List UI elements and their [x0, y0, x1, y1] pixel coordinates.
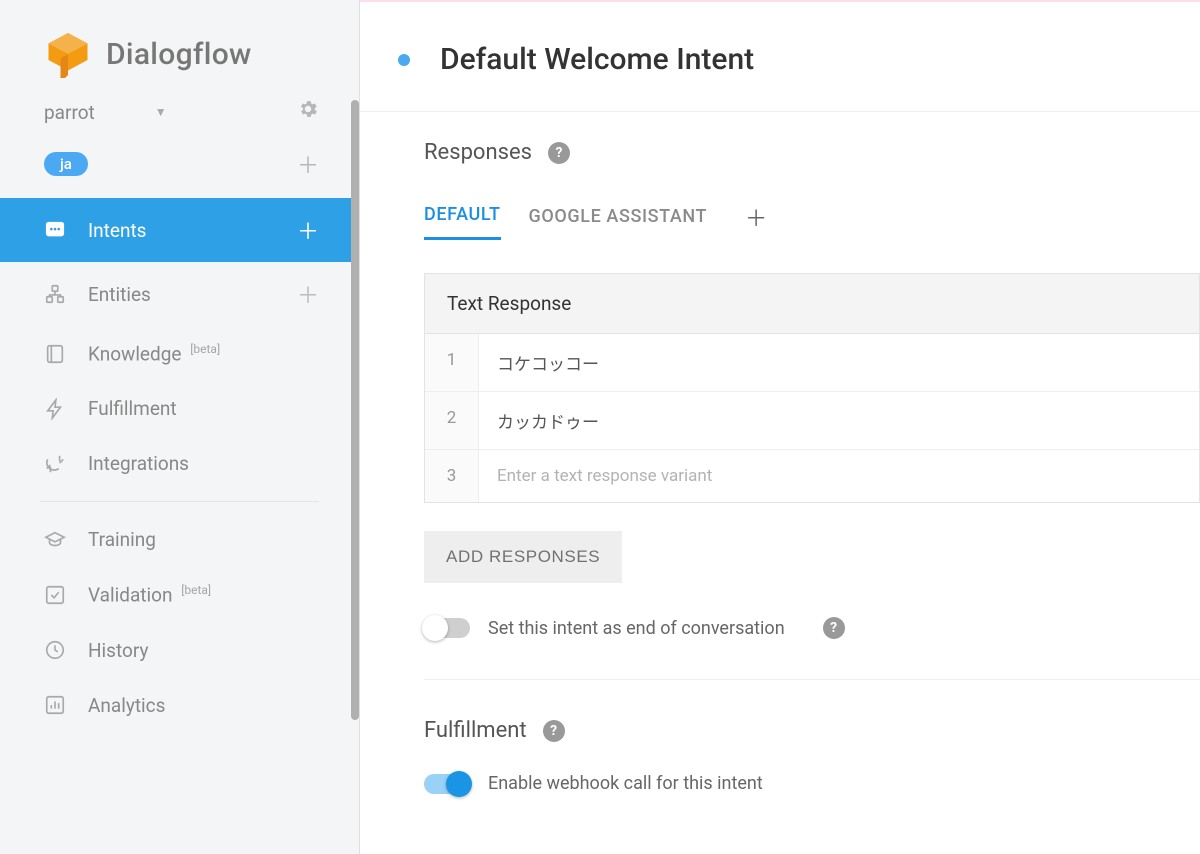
sidebar-item-entities[interactable]: Entities ＋	[0, 262, 359, 326]
response-tabs: DEFAULT GOOGLE ASSISTANT ＋	[424, 201, 1200, 243]
sidebar-item-training[interactable]: Training	[0, 512, 359, 567]
sidebar-item-label: Entities	[88, 283, 151, 306]
end-of-conversation-row: Set this intent as end of conversation ?	[424, 617, 1200, 680]
fulfillment-icon	[44, 398, 66, 420]
integrations-icon	[44, 453, 66, 475]
entities-icon	[44, 283, 66, 305]
sidebar-item-fulfillment[interactable]: Fulfillment	[0, 381, 359, 436]
add-language-button[interactable]: ＋	[297, 148, 319, 180]
sidebar-item-label: Intents	[88, 219, 146, 242]
analytics-icon	[44, 694, 66, 716]
response-placeholder-input[interactable]: Enter a text response variant	[479, 450, 1199, 502]
agent-name-label: parrot	[44, 101, 95, 124]
responses-section: Responses ? DEFAULT GOOGLE ASSISTANT ＋ T…	[360, 112, 1200, 794]
add-intent-button[interactable]: ＋	[297, 214, 319, 246]
fulfillment-heading: Fulfillment	[424, 718, 527, 743]
sidebar-item-label: Validation	[88, 584, 172, 607]
enable-webhook-row: Enable webhook call for this intent	[424, 773, 1200, 794]
intent-title-row: Default Welcome Intent	[360, 2, 1200, 112]
sidebar-item-validation[interactable]: Validation [beta]	[0, 567, 359, 622]
response-index: 1	[425, 334, 479, 391]
sidebar-item-intents[interactable]: Intents ＋	[0, 198, 359, 262]
response-value-input[interactable]: コケコッコー	[479, 334, 1199, 391]
beta-badge: [beta]	[181, 583, 211, 597]
nav-separator	[40, 501, 319, 502]
response-index: 2	[425, 392, 479, 449]
status-dot-icon	[398, 54, 410, 66]
responses-heading-row: Responses ?	[424, 140, 1200, 165]
text-response-card: Text Response 1 コケコッコー 2 カッカドゥー 3 Enter …	[424, 273, 1200, 503]
training-icon	[44, 529, 66, 551]
dialogflow-logo-icon	[44, 30, 92, 78]
fulfillment-heading-row: Fulfillment ?	[424, 718, 1200, 743]
tab-default[interactable]: DEFAULT	[424, 204, 501, 240]
sidebar-item-analytics[interactable]: Analytics	[0, 678, 359, 733]
chevron-down-icon: ▼	[155, 105, 167, 119]
help-icon[interactable]: ?	[543, 720, 565, 742]
sidebar-item-label: History	[88, 639, 148, 662]
sidebar-item-history[interactable]: History	[0, 623, 359, 678]
sidebar-item-label: Fulfillment	[88, 397, 177, 420]
language-chip[interactable]: ja	[44, 152, 88, 176]
validation-icon	[44, 584, 66, 606]
sidebar-nav: Intents ＋ Entities ＋	[0, 198, 359, 733]
gear-icon[interactable]	[297, 98, 319, 126]
enable-webhook-label: Enable webhook call for this intent	[488, 773, 763, 794]
history-icon	[44, 639, 66, 661]
intent-title[interactable]: Default Welcome Intent	[440, 42, 754, 77]
add-response-tab-button[interactable]: ＋	[745, 201, 768, 243]
add-responses-button[interactable]: ADD RESPONSES	[424, 531, 622, 583]
responses-heading: Responses	[424, 140, 532, 165]
text-response-heading: Text Response	[425, 274, 1199, 334]
response-index: 3	[425, 450, 479, 502]
response-row: 1 コケコッコー	[425, 334, 1199, 392]
help-icon[interactable]: ?	[548, 142, 570, 164]
response-row: 2 カッカドゥー	[425, 392, 1199, 450]
main-panel: Default Welcome Intent Responses ? DEFAU…	[360, 0, 1200, 854]
sidebar: Dialogflow parrot ▼ ja ＋ Intents	[0, 0, 360, 854]
language-row: ja ＋	[0, 138, 359, 198]
agent-selector-row: parrot ▼	[0, 98, 359, 138]
sidebar-item-knowledge[interactable]: Knowledge [beta]	[0, 326, 359, 381]
response-row: 3 Enter a text response variant	[425, 450, 1199, 502]
sidebar-item-label: Integrations	[88, 452, 189, 475]
end-of-conversation-label: Set this intent as end of conversation	[488, 618, 785, 639]
beta-badge: [beta]	[190, 342, 220, 356]
sidebar-item-label: Training	[88, 528, 156, 551]
sidebar-item-label: Analytics	[88, 694, 165, 717]
brand-row: Dialogflow	[0, 0, 359, 98]
response-value-input[interactable]: カッカドゥー	[479, 392, 1199, 449]
end-of-conversation-toggle[interactable]	[424, 618, 470, 638]
brand-name: Dialogflow	[106, 37, 252, 72]
agent-selector[interactable]: parrot ▼	[44, 101, 297, 124]
tab-google-assistant[interactable]: GOOGLE ASSISTANT	[529, 206, 708, 239]
sidebar-scrollbar[interactable]	[351, 100, 359, 720]
add-entity-button[interactable]: ＋	[297, 278, 319, 310]
enable-webhook-toggle[interactable]	[424, 774, 470, 794]
sidebar-item-integrations[interactable]: Integrations	[0, 436, 359, 491]
intents-icon	[44, 219, 66, 241]
help-icon[interactable]: ?	[823, 617, 845, 639]
sidebar-item-label: Knowledge	[88, 342, 181, 365]
knowledge-icon	[44, 343, 66, 365]
